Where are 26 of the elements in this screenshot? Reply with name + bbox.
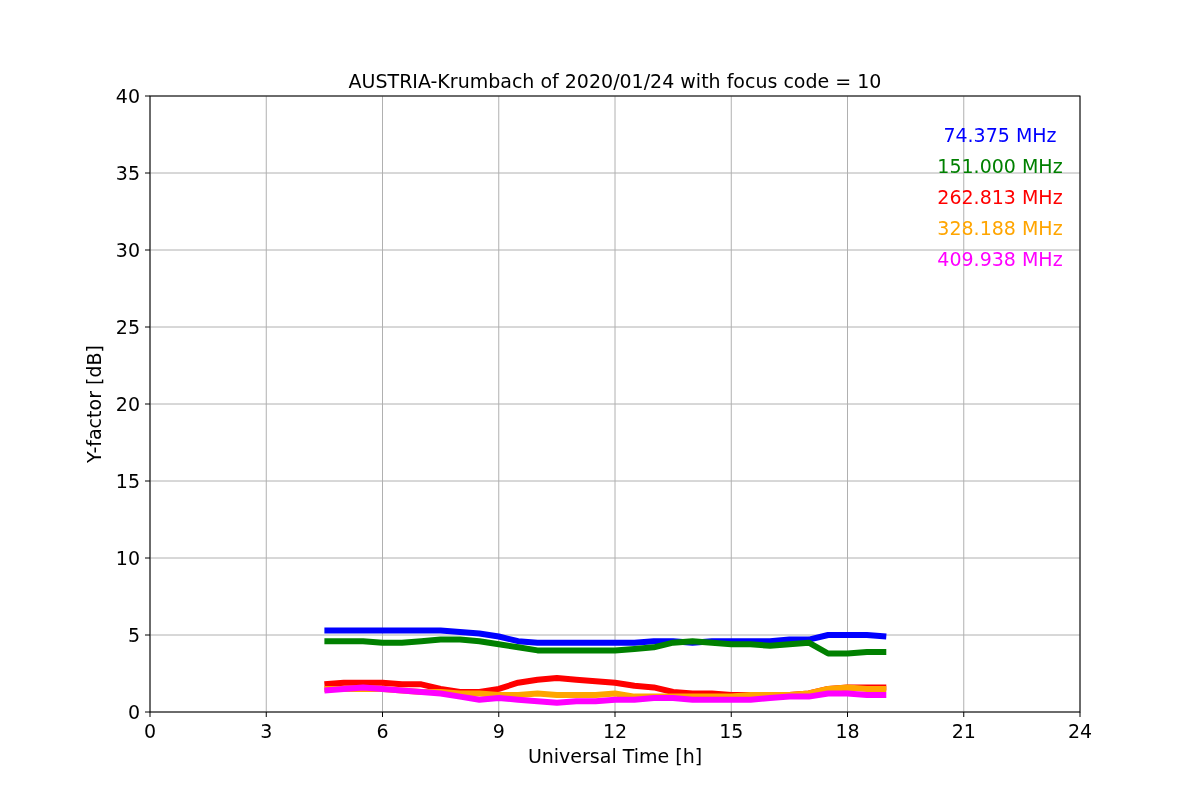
x-tick-label: 21 [951, 720, 976, 742]
y-axis-label: Y-factor [dB] [83, 345, 105, 463]
chart-title: AUSTRIA-Krumbach of 2020/01/24 with focus code = 10 [348, 70, 882, 92]
x-tick-label: 24 [1067, 720, 1093, 742]
y-tick-label: 20 [115, 393, 140, 415]
y-tick-label: 40 [115, 85, 140, 107]
y-tick-label: 15 [115, 470, 140, 492]
legend-label: 74.375 MHz [943, 124, 1057, 146]
x-tick-label: 12 [602, 720, 628, 742]
legend-label: 262.813 MHz [937, 186, 1063, 208]
x-tick-label: 3 [260, 720, 273, 742]
x-tick-label: 0 [143, 720, 157, 742]
x-axis-label: Universal Time [h] [527, 745, 703, 767]
legend-label: 409.938 MHz [937, 248, 1063, 270]
x-tick-label: 18 [835, 720, 860, 742]
y-tick-label: 10 [115, 547, 140, 569]
x-tick-label: 9 [492, 720, 505, 742]
x-tick-label: 6 [376, 720, 389, 742]
legend-label: 328.188 MHz [937, 217, 1063, 239]
y-tick-label: 35 [115, 162, 140, 184]
legend-label: 151.000 MHz [937, 155, 1063, 177]
x-tick-label: 15 [719, 720, 744, 742]
y-tick-label: 30 [115, 239, 140, 261]
y-tick-label: 5 [127, 624, 140, 646]
y-tick-label: 0 [127, 701, 140, 723]
y-tick-label: 25 [115, 316, 140, 338]
